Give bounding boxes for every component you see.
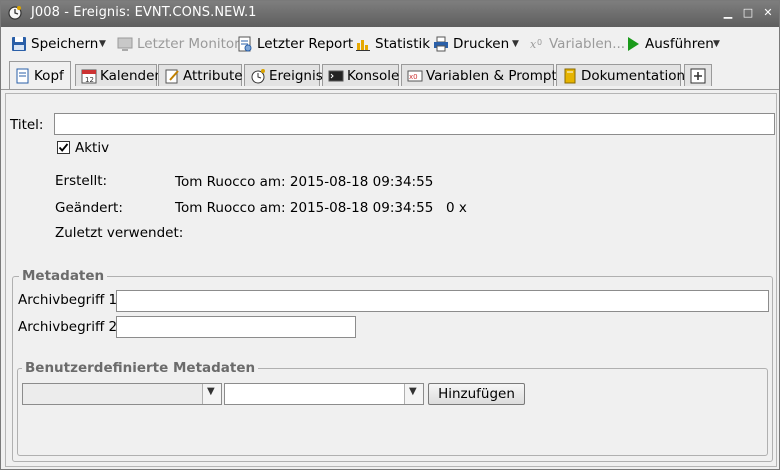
tab-ereignis[interactable]: Ereignis [244, 64, 323, 86]
title-input[interactable] [54, 113, 775, 135]
console-icon [328, 70, 344, 82]
svg-text:12: 12 [85, 76, 94, 84]
last-report-button[interactable]: Letzter Report [237, 33, 353, 55]
custom-metadata-group: Benutzerdefinierte Metadaten ▼ ▼ Hinzufü… [17, 360, 768, 456]
print-button[interactable]: Drucken [433, 33, 509, 55]
app-window: J008 - Ereignis: EVNT.CONS.NEW.1 ▁ □ ✕ S… [0, 0, 780, 470]
last-used-label: Zuletzt verwendet: [55, 225, 184, 241]
variables-button[interactable]: x 0 Variablen... [529, 33, 625, 55]
tab-konsole[interactable]: Konsole [322, 64, 399, 86]
variables-icon: x 0 [530, 38, 542, 51]
header-doc-icon [16, 68, 29, 84]
checkmark-icon [58, 143, 69, 152]
print-dropdown-arrow[interactable]: ▼ [512, 33, 519, 55]
variables-icon: x0 [407, 70, 423, 82]
statistics-button[interactable]: Statistik [355, 33, 430, 55]
chevron-down-icon: ▼ [207, 386, 215, 397]
bar-chart-icon [356, 40, 370, 51]
title-label: Titel: [10, 117, 44, 133]
created-label: Erstellt: [55, 173, 108, 189]
calendar-icon: 12 [81, 69, 97, 84]
report-icon [238, 36, 252, 52]
clock-gear-icon [8, 6, 22, 20]
add-button[interactable]: Hinzufügen [428, 383, 525, 405]
tab-variablen-prompts[interactable]: x0 Variablen & Prompts [401, 64, 564, 86]
active-checkbox[interactable] [57, 141, 70, 154]
dropdown-arrow[interactable]: ▼ [404, 384, 423, 404]
created-value: Tom Ruocco am: 2015-08-18 09:34:55 [175, 174, 434, 190]
floppy-disk-icon [12, 37, 26, 51]
tab-kalender[interactable]: 12 Kalender [75, 64, 160, 86]
modified-count: 0 x [446, 200, 467, 216]
metadata-legend: Metadaten [19, 268, 108, 284]
execute-button[interactable]: Ausführen [625, 33, 714, 55]
chevron-down-icon: ▼ [409, 386, 417, 397]
printer-icon [434, 36, 448, 52]
svg-text:x0: x0 [409, 73, 418, 81]
tab-kopf[interactable]: Kopf [9, 61, 71, 89]
tab-bar: Kopf 12 Kalender Attribute Ereignis Kons… [1, 61, 779, 90]
archive2-label: Archivbegriff 2: [18, 319, 122, 335]
active-label: Aktiv [75, 140, 110, 156]
tab-attribute[interactable]: Attribute [158, 64, 243, 86]
title-bar: J008 - Ereignis: EVNT.CONS.NEW.1 ▁ □ ✕ [1, 1, 779, 27]
dropdown-arrow[interactable]: ▼ [202, 384, 221, 404]
tab-dokumentation[interactable]: Dokumentation [556, 64, 685, 86]
add-tab-button[interactable] [684, 64, 712, 86]
archive1-input[interactable] [116, 290, 769, 312]
custom-metadata-value-select[interactable]: ▼ [224, 383, 424, 405]
attributes-icon [165, 69, 179, 84]
maximize-button[interactable]: □ [741, 6, 755, 20]
save-button[interactable]: Speichern [11, 33, 106, 55]
svg-text:x: x [530, 38, 537, 51]
metadata-group: Metadaten Archivbegriff 1: Archivbegriff… [12, 268, 773, 462]
minimize-button[interactable]: ▁ [721, 6, 735, 20]
modified-label: Geändert: [55, 200, 123, 216]
archive2-input[interactable] [116, 316, 356, 338]
monitor-icon [117, 37, 133, 51]
execute-dropdown-arrow[interactable]: ▼ [713, 33, 720, 55]
window-title: J008 - Ereignis: EVNT.CONS.NEW.1 [31, 5, 257, 20]
play-icon [628, 37, 639, 51]
archive1-label: Archivbegriff 1: [18, 292, 122, 308]
kopf-panel: Titel: Aktiv Erstellt: Tom Ruocco am: 20… [5, 93, 777, 467]
documentation-icon [564, 68, 576, 84]
add-tab-icon [690, 68, 706, 84]
toolbar: Speichern ▼ Letzter Monitor Letzter Repo… [1, 29, 779, 59]
custom-metadata-legend: Benutzerdefinierte Metadaten [22, 360, 259, 376]
close-button[interactable]: ✕ [761, 6, 775, 20]
event-icon [251, 69, 265, 84]
modified-value: Tom Ruocco am: 2015-08-18 09:34:55 [175, 200, 434, 216]
save-dropdown-arrow[interactable]: ▼ [99, 33, 106, 55]
svg-text:0: 0 [537, 38, 542, 47]
last-monitor-button[interactable]: Letzter Monitor [117, 33, 240, 55]
custom-metadata-key-select[interactable]: ▼ [22, 383, 222, 405]
